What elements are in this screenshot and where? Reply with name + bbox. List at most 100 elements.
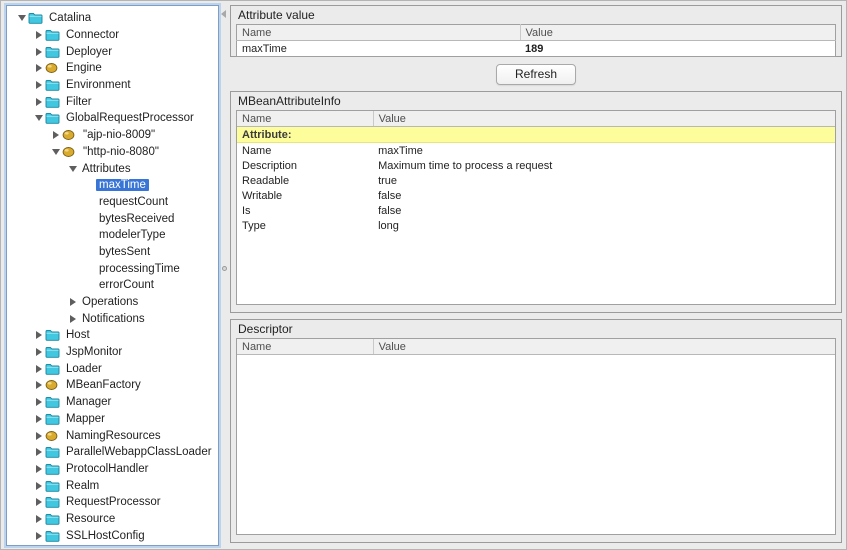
tree-item[interactable]: Environment	[7, 77, 218, 94]
expand-arrow-icon[interactable]	[32, 365, 45, 373]
tree-item[interactable]: requestCount	[7, 194, 218, 211]
tree-item[interactable]: Notifications	[7, 310, 218, 327]
expand-arrow-icon[interactable]	[66, 315, 79, 323]
expand-arrow-icon[interactable]	[15, 15, 28, 21]
expand-arrow-icon[interactable]	[32, 115, 45, 121]
attribute-banner-row: Attribute:	[237, 127, 835, 143]
expand-arrow-icon[interactable]	[32, 448, 45, 456]
column-header-value[interactable]: Value	[373, 111, 835, 127]
expand-arrow-icon[interactable]	[32, 81, 45, 89]
info-row[interactable]: Readabletrue	[237, 173, 835, 188]
tree-item[interactable]: maxTime	[7, 177, 218, 194]
tree-item[interactable]: processingTime	[7, 260, 218, 277]
tree-item-label: Connector	[63, 29, 122, 41]
tree-item-label: Environment	[63, 79, 134, 91]
split-divider-handle[interactable]	[222, 266, 227, 271]
tree-item[interactable]: Host	[7, 327, 218, 344]
refresh-button[interactable]: Refresh	[496, 64, 576, 85]
tree-item[interactable]: bytesReceived	[7, 210, 218, 227]
tree-item[interactable]: Loader	[7, 360, 218, 377]
column-header-name[interactable]: Name	[237, 25, 521, 41]
tree-item-label: Catalina	[46, 12, 94, 24]
tree-item-label: Filter	[63, 96, 95, 108]
tree-item-label: Operations	[79, 296, 141, 308]
expand-arrow-icon[interactable]	[32, 98, 45, 106]
tree-item[interactable]: Filter	[7, 93, 218, 110]
tree-item[interactable]: ParallelWebappClassLoader	[7, 444, 218, 461]
tree-item[interactable]: Realm	[7, 477, 218, 494]
expand-arrow-icon[interactable]	[32, 348, 45, 356]
info-value-cell: maxTime	[373, 143, 835, 159]
split-collapse-arrow-icon[interactable]	[221, 10, 226, 18]
tree-indent	[7, 368, 32, 369]
expand-arrow-icon[interactable]	[32, 64, 45, 72]
expand-arrow-icon[interactable]	[32, 432, 45, 440]
tree-item[interactable]: bytesSent	[7, 244, 218, 261]
tree-item[interactable]: GlobalRequestProcessor	[7, 110, 218, 127]
attribute-value-title: Attribute value	[231, 6, 841, 24]
attribute-row[interactable]: maxTime189	[237, 41, 836, 57]
tree-item[interactable]: Connector	[7, 27, 218, 44]
tree-indent	[7, 385, 32, 386]
tree-item[interactable]: Engine	[7, 60, 218, 77]
info-name-cell: Writable	[237, 188, 373, 203]
tree-item[interactable]: Mapper	[7, 411, 218, 428]
tree-item[interactable]: MBeanFactory	[7, 377, 218, 394]
tree-item-label: modelerType	[96, 229, 168, 241]
tree-item[interactable]: errorCount	[7, 277, 218, 294]
tree-item[interactable]: "http-nio-8080"	[7, 144, 218, 161]
mbean-attribute-info-table-body: Attribute:NamemaxTimeDescriptionMaximum …	[237, 127, 835, 234]
tree-item-label: JspMonitor	[63, 346, 125, 358]
column-header-value[interactable]: Value	[520, 25, 835, 41]
info-value-cell: false	[373, 203, 835, 218]
tree-item[interactable]: Resource	[7, 511, 218, 528]
expand-arrow-icon[interactable]	[66, 298, 79, 306]
expand-arrow-icon[interactable]	[49, 131, 62, 139]
tree-item[interactable]: Catalina	[7, 10, 218, 27]
info-row[interactable]: NamemaxTime	[237, 143, 835, 159]
expand-arrow-icon[interactable]	[32, 31, 45, 39]
tree-item[interactable]: "ajp-nio-8009"	[7, 127, 218, 144]
tree-item[interactable]: JspMonitor	[7, 344, 218, 361]
expand-arrow-icon[interactable]	[32, 331, 45, 339]
expand-arrow-icon[interactable]	[32, 498, 45, 506]
expand-arrow-icon[interactable]	[32, 398, 45, 406]
folder-icon	[45, 346, 63, 358]
tree-item[interactable]: Attributes	[7, 160, 218, 177]
column-header-value[interactable]: Value	[373, 339, 835, 355]
column-header-name[interactable]: Name	[237, 111, 373, 127]
expand-arrow-icon[interactable]	[32, 415, 45, 423]
tree-item-label: NamingResources	[63, 430, 164, 442]
info-value-cell: long	[373, 218, 835, 233]
expand-arrow-icon[interactable]	[32, 532, 45, 540]
tree-item[interactable]: SSLHostConfig	[7, 527, 218, 544]
attribute-value-cell[interactable]: 189	[520, 41, 835, 57]
tree-indent	[7, 85, 32, 86]
tree-item-label: processingTime	[96, 263, 183, 275]
info-row[interactable]: Writablefalse	[237, 188, 835, 203]
expand-arrow-icon[interactable]	[32, 482, 45, 490]
info-row[interactable]: Isfalse	[237, 203, 835, 218]
expand-arrow-icon[interactable]	[32, 48, 45, 56]
split-divider[interactable]	[219, 5, 230, 546]
info-row[interactable]: Typelong	[237, 218, 835, 233]
tree-item-label: bytesReceived	[96, 213, 177, 225]
expand-arrow-icon[interactable]	[66, 166, 79, 172]
descriptor-title: Descriptor	[231, 320, 841, 338]
expand-arrow-icon[interactable]	[32, 381, 45, 389]
expand-arrow-icon[interactable]	[32, 515, 45, 523]
tree-item[interactable]: Deployer	[7, 43, 218, 60]
expand-arrow-icon[interactable]	[49, 149, 62, 155]
tree-item[interactable]: modelerType	[7, 227, 218, 244]
tree-indent	[7, 35, 32, 36]
info-row[interactable]: DescriptionMaximum time to process a req…	[237, 158, 835, 173]
tree-item[interactable]: Manager	[7, 394, 218, 411]
tree-item[interactable]: ProtocolHandler	[7, 461, 218, 478]
folder-icon	[45, 46, 63, 58]
tree-indent	[7, 285, 83, 286]
tree-item[interactable]: Operations	[7, 294, 218, 311]
column-header-name[interactable]: Name	[237, 339, 373, 355]
tree-item[interactable]: RequestProcessor	[7, 494, 218, 511]
expand-arrow-icon[interactable]	[32, 465, 45, 473]
tree-item[interactable]: NamingResources	[7, 427, 218, 444]
